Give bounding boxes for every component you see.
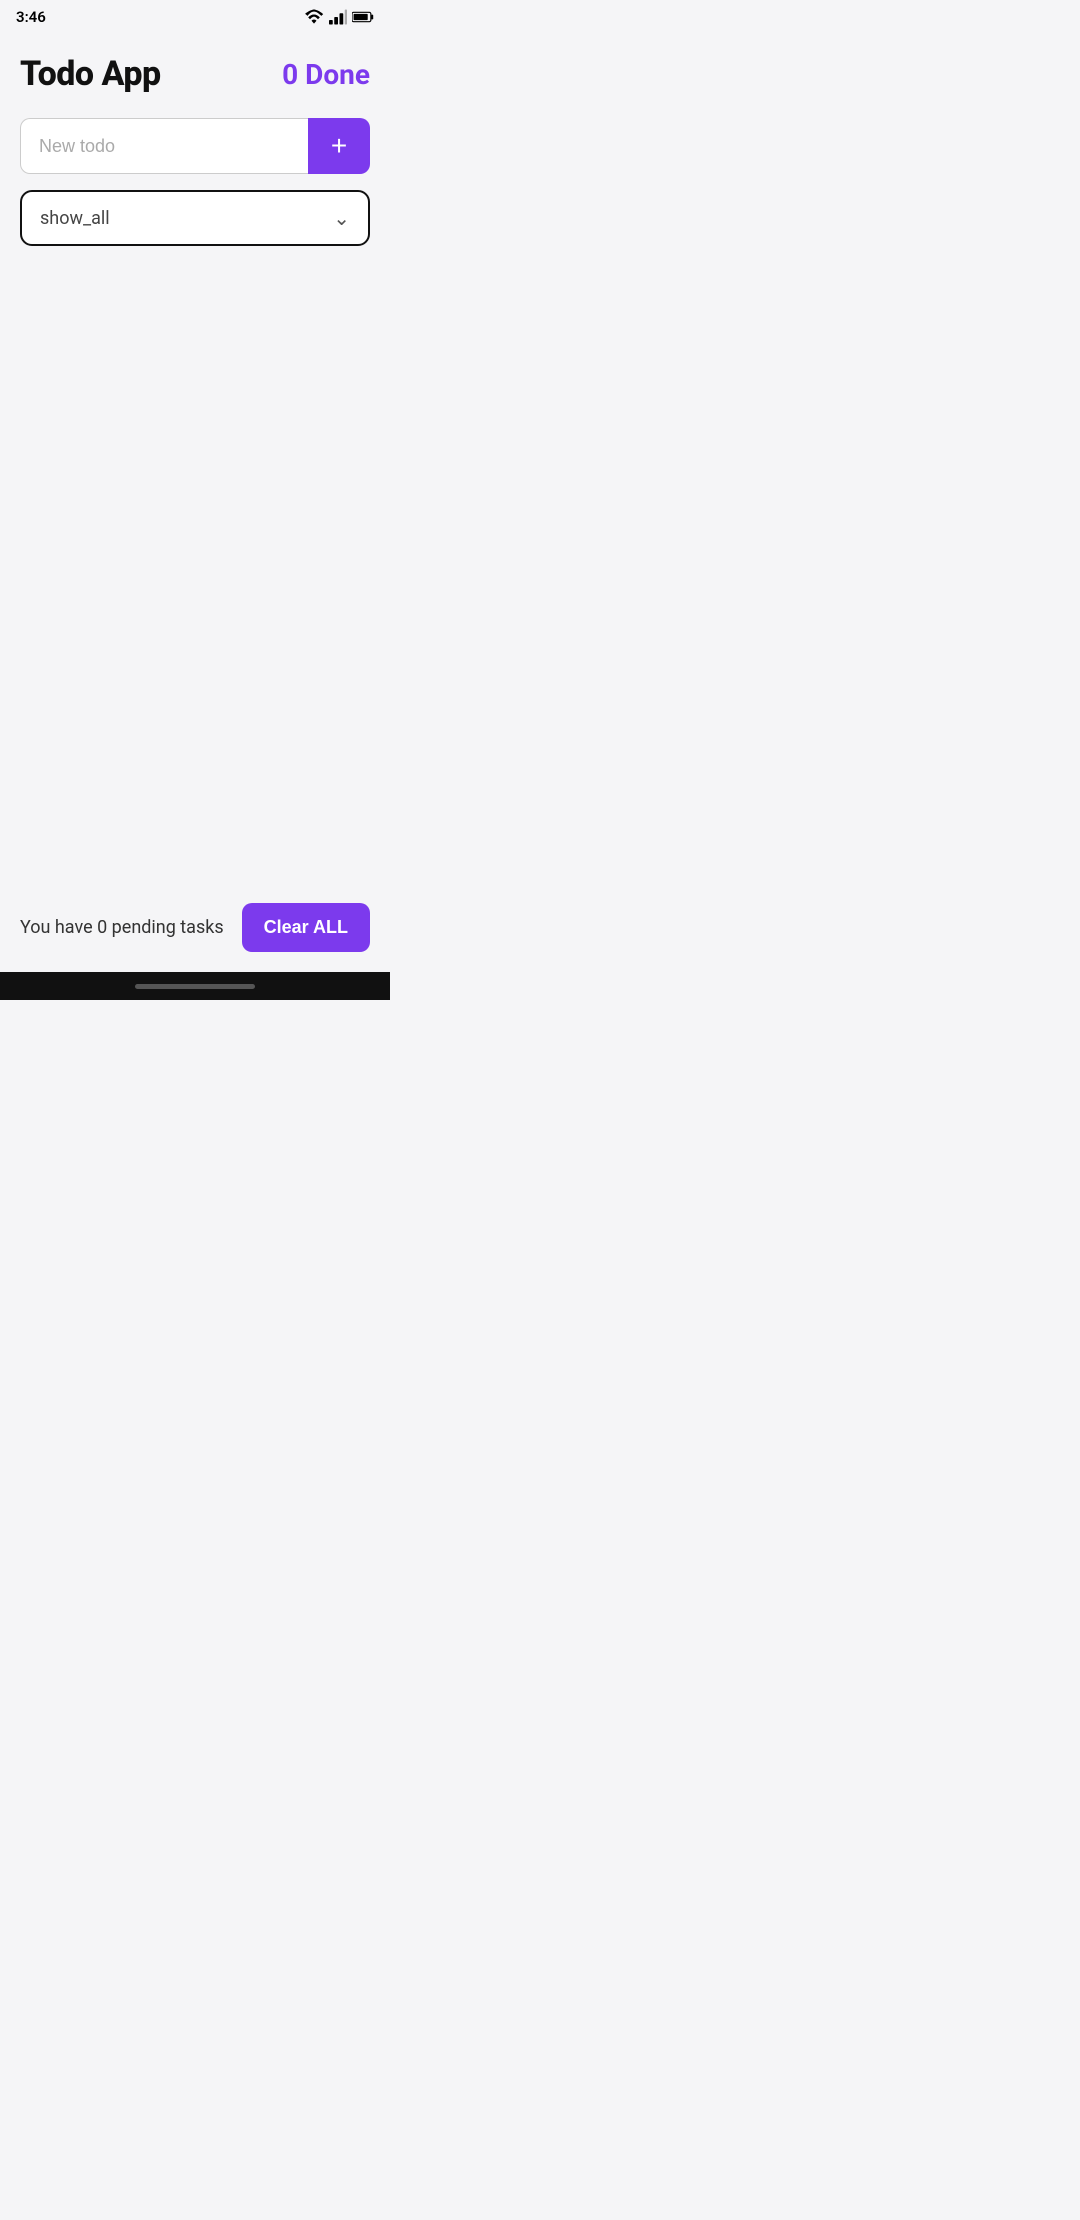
filter-dropdown-label: show_all bbox=[40, 208, 110, 229]
filter-dropdown[interactable]: show_all ⌄ bbox=[20, 190, 370, 246]
main-content: Todo App 0 Done + show_all ⌄ bbox=[0, 30, 390, 885]
input-row: + bbox=[20, 118, 370, 174]
todo-list-area bbox=[20, 262, 370, 885]
signal-icon bbox=[329, 9, 347, 25]
plus-icon: + bbox=[331, 132, 347, 160]
clear-all-button[interactable]: Clear ALL bbox=[242, 903, 370, 952]
home-indicator bbox=[135, 984, 255, 989]
app-header: Todo App 0 Done bbox=[20, 46, 370, 102]
status-time: 3:46 bbox=[16, 8, 46, 26]
pending-tasks-text: You have 0 pending tasks bbox=[20, 917, 224, 938]
footer: You have 0 pending tasks Clear ALL bbox=[0, 885, 390, 972]
chevron-down-icon: ⌄ bbox=[333, 206, 350, 230]
status-bar: 3:46 bbox=[0, 0, 390, 30]
status-icons bbox=[304, 9, 374, 25]
done-count: 0 Done bbox=[282, 58, 370, 91]
wifi-icon bbox=[304, 9, 324, 25]
battery-icon bbox=[352, 10, 374, 24]
app-title: Todo App bbox=[20, 54, 161, 94]
add-todo-button[interactable]: + bbox=[308, 118, 370, 174]
new-todo-input[interactable] bbox=[20, 118, 308, 174]
home-indicator-bar bbox=[0, 972, 390, 1000]
